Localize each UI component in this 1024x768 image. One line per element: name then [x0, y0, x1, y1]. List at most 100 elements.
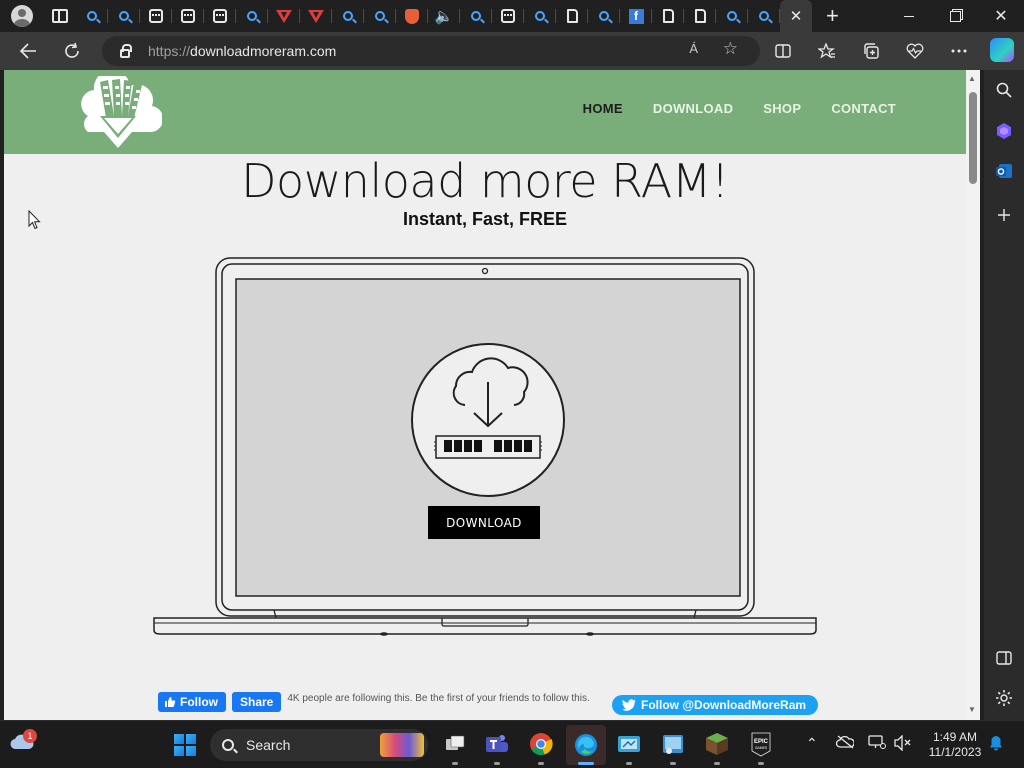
- tab[interactable]: [588, 0, 620, 32]
- tab[interactable]: [748, 0, 780, 32]
- scroll-down-arrow-icon[interactable]: ▼: [968, 705, 976, 714]
- sidebar-hide-button[interactable]: [992, 646, 1016, 670]
- split-screen-button[interactable]: [768, 36, 798, 66]
- new-tab-button[interactable]: +: [826, 3, 839, 29]
- tab-active[interactable]: ✕: [780, 0, 812, 32]
- gear-icon: [996, 690, 1012, 706]
- close-tab-icon[interactable]: ✕: [790, 7, 803, 25]
- lock-icon[interactable]: [120, 43, 132, 58]
- search-icon: [727, 11, 737, 21]
- tab-list: 🔈 f ✕: [76, 0, 812, 32]
- taskbar-search[interactable]: Search: [210, 729, 428, 761]
- collections-button[interactable]: [856, 36, 886, 66]
- volume-muted-icon[interactable]: [894, 735, 912, 751]
- tab-actions-icon[interactable]: [52, 9, 68, 23]
- tab[interactable]: [332, 0, 364, 32]
- tab[interactable]: [204, 0, 236, 32]
- scroll-up-arrow-icon[interactable]: ▲: [968, 74, 976, 83]
- tab[interactable]: [652, 0, 684, 32]
- scrollbar-thumb[interactable]: [969, 92, 977, 184]
- media-player-icon[interactable]: [660, 731, 686, 765]
- tab[interactable]: [364, 0, 396, 32]
- page-scrollbar[interactable]: ▲ ▼: [966, 70, 980, 720]
- epic-games-icon[interactable]: EPIC GAMES: [748, 731, 774, 765]
- sidebar-search-button[interactable]: [992, 78, 1016, 102]
- snipping-tool-icon[interactable]: [616, 731, 642, 765]
- more-menu-button[interactable]: [944, 36, 974, 66]
- calendar-icon: [213, 9, 227, 23]
- media-player-glyph-icon: [663, 735, 683, 754]
- tab[interactable]: [172, 0, 204, 32]
- profile-avatar[interactable]: [11, 5, 33, 27]
- tray-overflow-chevron-icon[interactable]: ⌃: [806, 735, 818, 752]
- copilot-icon[interactable]: [990, 38, 1014, 62]
- tab[interactable]: [460, 0, 492, 32]
- tab[interactable]: [268, 0, 300, 32]
- system-clock[interactable]: 1:49 AM 11/1/2023: [920, 730, 990, 760]
- restore-button[interactable]: [932, 0, 978, 32]
- tab[interactable]: [76, 0, 108, 32]
- favorites-button[interactable]: [812, 36, 842, 66]
- sidebar-add-button[interactable]: [992, 203, 1016, 227]
- refresh-button[interactable]: [54, 36, 90, 66]
- tab[interactable]: [140, 0, 172, 32]
- tab[interactable]: [716, 0, 748, 32]
- minecraft-icon[interactable]: [704, 731, 730, 765]
- edge-icon: [575, 734, 597, 756]
- tab[interactable]: [556, 0, 588, 32]
- chrome-glyph-icon: [530, 733, 553, 756]
- notification-badge: 1: [23, 729, 37, 743]
- browser-essentials-button[interactable]: [900, 36, 930, 66]
- calendar-icon: [501, 9, 515, 23]
- taskbar-search-label: Search: [246, 737, 291, 753]
- facebook-share-button[interactable]: Share: [232, 692, 282, 712]
- sidebar-settings-button[interactable]: [992, 686, 1016, 710]
- tab[interactable]: [236, 0, 268, 32]
- tab[interactable]: 🔈: [428, 0, 460, 32]
- back-button[interactable]: [10, 36, 46, 66]
- facebook-follow-button[interactable]: Follow: [158, 692, 226, 712]
- close-window-button[interactable]: ✕: [978, 0, 1024, 32]
- nav-home[interactable]: HOME: [583, 101, 623, 116]
- document-icon: [662, 9, 674, 23]
- tab[interactable]: [492, 0, 524, 32]
- address-url[interactable]: https://downloadmoreram.com: [148, 43, 336, 59]
- back-arrow-icon: [19, 43, 36, 59]
- page-viewport: HOME DOWNLOAD SHOP CONTACT Download more…: [4, 70, 966, 720]
- network-icon[interactable]: [868, 735, 886, 749]
- site-header: HOME DOWNLOAD SHOP CONTACT: [4, 70, 966, 154]
- task-view-icon[interactable]: [442, 731, 468, 765]
- onedrive-offline-icon[interactable]: [836, 735, 854, 749]
- search-icon: [375, 11, 385, 21]
- tab[interactable]: [300, 0, 332, 32]
- search-icon: [996, 82, 1012, 98]
- notification-bell-icon[interactable]: [989, 735, 1003, 751]
- tab[interactable]: [396, 0, 428, 32]
- sidebar-designer-button[interactable]: [992, 119, 1016, 143]
- tab[interactable]: f: [620, 0, 652, 32]
- chrome-icon[interactable]: [528, 731, 554, 765]
- sidebar-outlook-button[interactable]: [992, 159, 1016, 183]
- site-logo[interactable]: [74, 76, 162, 150]
- teams-icon[interactable]: [484, 731, 510, 765]
- nav-download[interactable]: DOWNLOAD: [653, 101, 733, 116]
- tab[interactable]: [108, 0, 140, 32]
- tab-strip: 🔈 f ✕ + ✕: [0, 0, 1024, 32]
- minimize-button[interactable]: [886, 0, 932, 32]
- edge-taskbar-active[interactable]: [566, 725, 606, 765]
- minecraft-glyph-icon: [706, 733, 728, 755]
- read-aloud-icon[interactable]: Á: [689, 41, 698, 56]
- download-button[interactable]: DOWNLOAD: [428, 506, 540, 539]
- thumbs-up-icon: [165, 697, 176, 707]
- nav-contact[interactable]: CONTACT: [831, 101, 896, 116]
- search-icon: [343, 11, 353, 21]
- favorite-star-icon[interactable]: ☆: [723, 39, 738, 59]
- start-button[interactable]: [174, 734, 196, 756]
- calendar-icon: [181, 9, 195, 23]
- nav-shop[interactable]: SHOP: [763, 101, 801, 116]
- address-bar[interactable]: https://downloadmoreram.com Á ☆: [102, 36, 760, 66]
- twitter-follow-button[interactable]: Follow @DownloadMoreRam: [612, 695, 819, 715]
- tab[interactable]: [684, 0, 716, 32]
- tab[interactable]: [524, 0, 556, 32]
- page-subtitle: Instant, Fast, FREE: [402, 209, 568, 229]
